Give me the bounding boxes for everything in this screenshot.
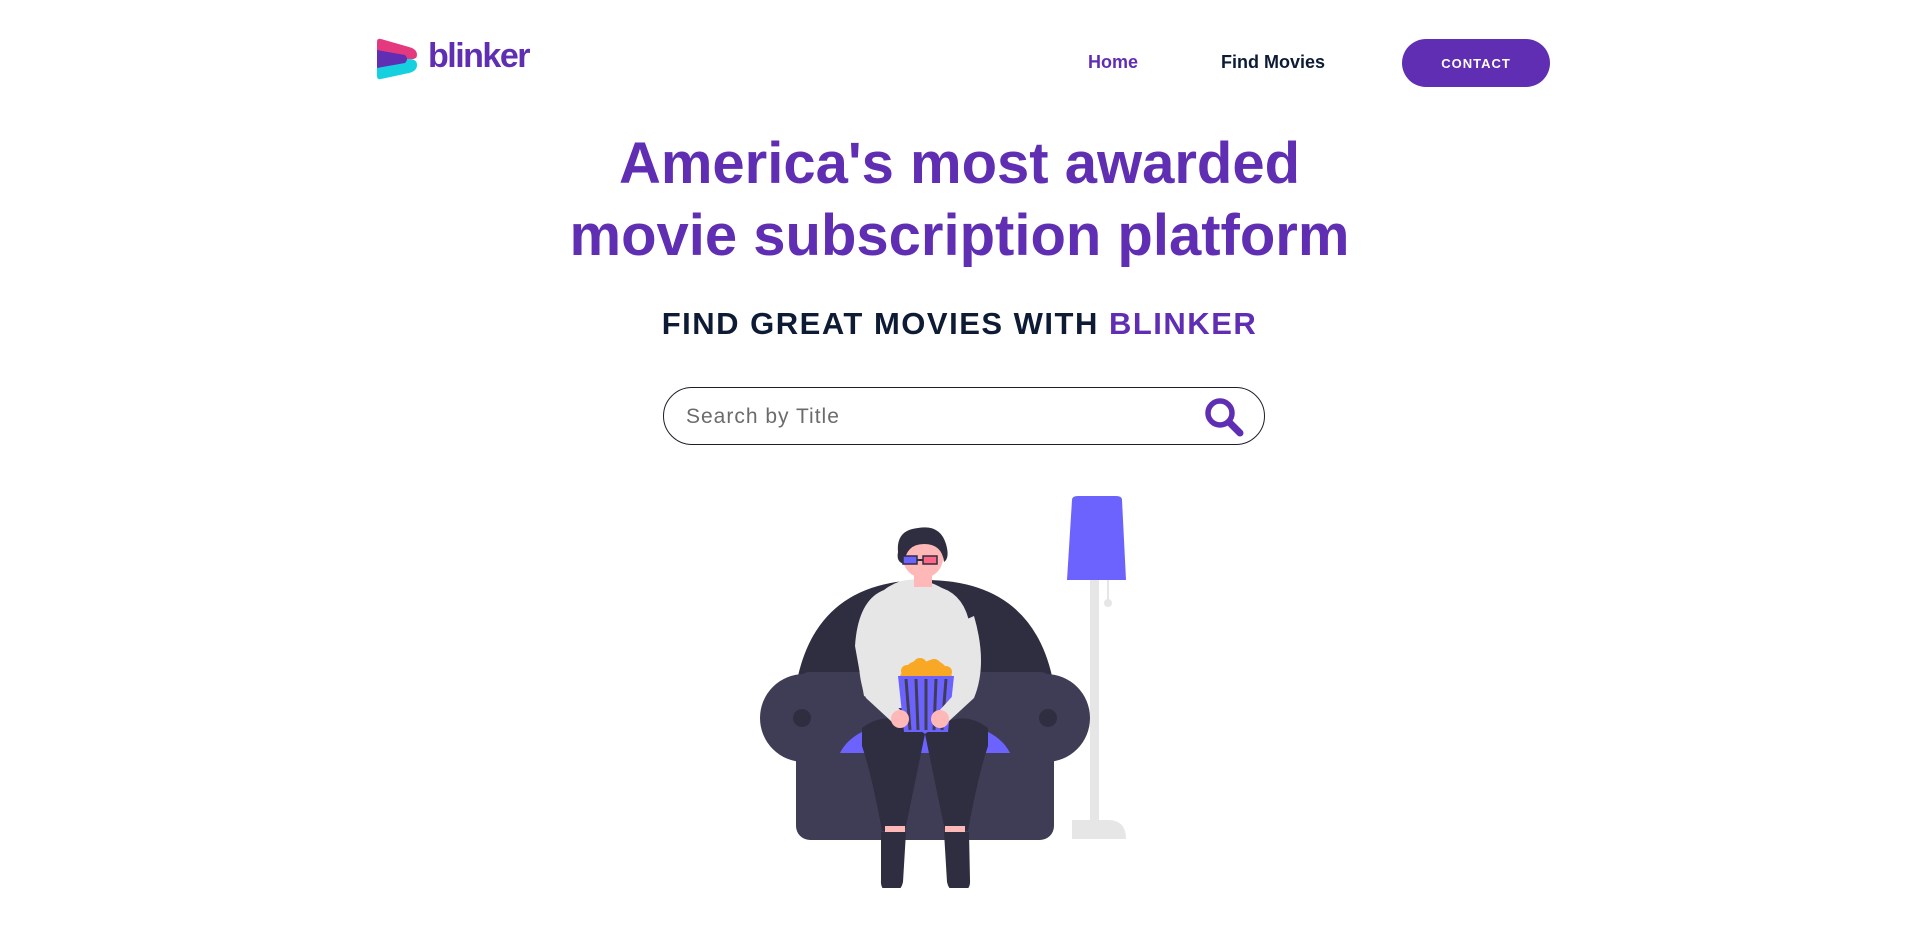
person-on-sofa-illustration (760, 496, 1126, 888)
page: blinker Home Find Movies CONTACT America… (0, 0, 1919, 934)
search-bar (663, 387, 1265, 445)
subtitle-prefix: FIND GREAT MOVIES WITH (661, 306, 1109, 341)
nav-find-movies-link[interactable]: Find Movies (1221, 52, 1325, 73)
blinker-logo-icon (377, 38, 417, 80)
hero-title-line-1: America's most awarded (618, 131, 1301, 196)
hero-title: America's most awarded movie subscriptio… (0, 128, 1919, 272)
search-button[interactable] (1202, 396, 1246, 438)
search-icon (1205, 398, 1244, 437)
search-input[interactable] (684, 388, 1168, 445)
contact-button[interactable]: CONTACT (1402, 39, 1550, 87)
subtitle-brand: BLINKER (1108, 306, 1258, 341)
logo-link[interactable]: blinker (375, 37, 530, 80)
floor-lamp-icon (1067, 496, 1126, 839)
brand-name: blinker (428, 37, 530, 75)
nav-home-link[interactable]: Home (1088, 52, 1138, 73)
hero-subtitle: FIND GREAT MOVIES WITH BLINKER (0, 306, 1919, 342)
hero-title-line-2: movie subscription platform (569, 203, 1350, 268)
